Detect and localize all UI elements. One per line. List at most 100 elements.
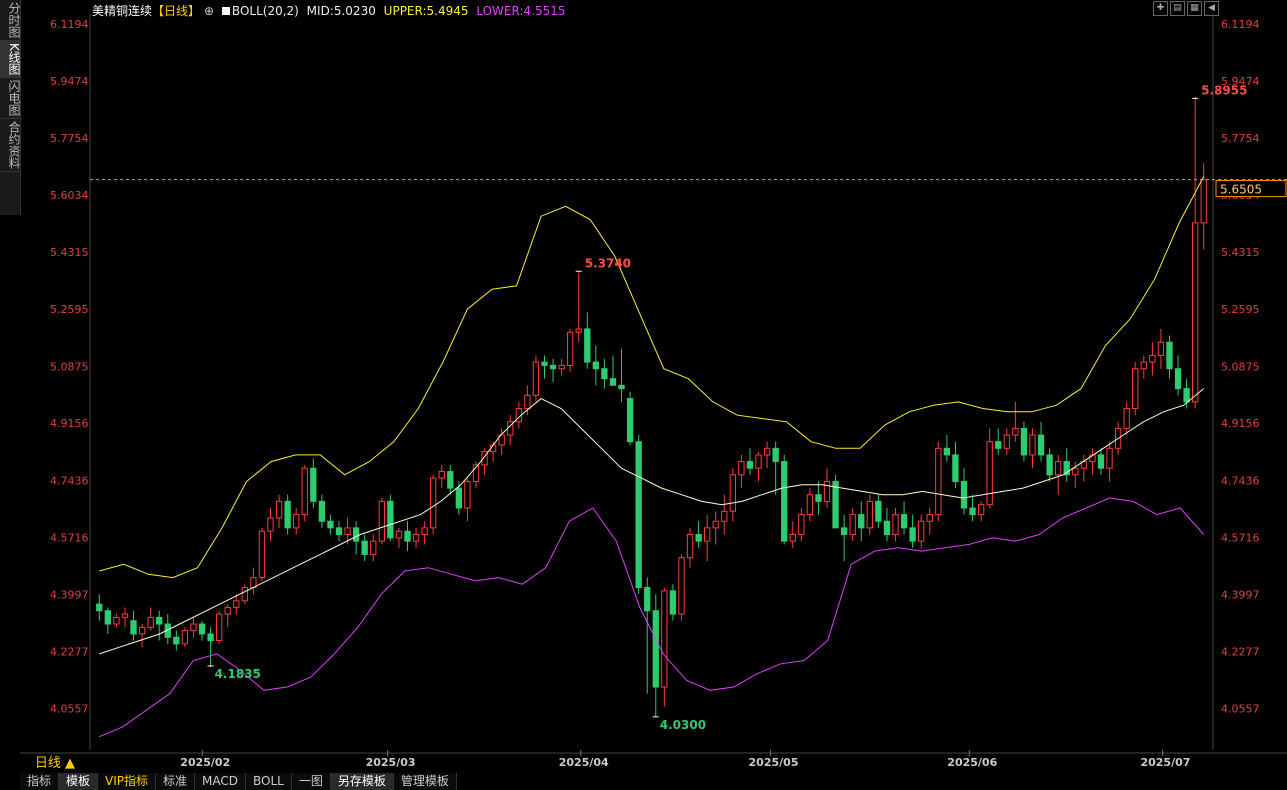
candle-body [198,623,206,635]
y-tick-label-left: 5.2595 [50,303,89,316]
current-price-tag: 5.6505 [1220,183,1262,197]
candle-body [1003,434,1010,449]
tab-template[interactable]: 模板 [59,773,99,790]
candle-body [1183,388,1190,403]
x-tick-label: 2025/03 [366,756,416,769]
tab-indicator[interactable]: 指标 [20,773,60,790]
annotation-low: 4.1835 [215,667,261,681]
tab-save-template[interactable]: 另存模板 [330,773,394,790]
candle-body [644,587,651,612]
candle-body [943,447,951,456]
candle-body [318,500,326,522]
candle-body [1200,179,1207,224]
candle-body [609,378,617,386]
y-tick-label-right: 6.1194 [1221,18,1260,31]
candle-body [190,623,197,632]
candle-body [635,441,642,589]
candle-body [233,600,240,608]
candle-body [703,527,711,542]
x-tick-label: 2025/02 [180,756,230,769]
y-tick-label-left: 4.7436 [50,474,89,487]
candle-body [1132,368,1139,410]
y-tick-label-left: 5.9474 [50,75,89,88]
tab-boll[interactable]: BOLL [246,773,292,790]
candle-body [104,610,111,625]
y-tick-label-left: 5.7754 [50,132,89,145]
kline-chart[interactable]: 6.1194 6.11945.9474 5.94745.7754 5.77545.60… [0,0,1287,790]
candle-body [464,480,471,509]
y-tick-label-left: 6.1194 [50,18,89,31]
candle-body [584,328,591,363]
tab-macd[interactable]: MACD [195,773,247,790]
candle-body [866,500,873,529]
candle-body [344,527,351,536]
candle-body [789,534,796,542]
x-tick-label: 2025/07 [1140,756,1190,769]
candle-body [952,454,959,482]
candle-body [798,514,805,536]
candle-body [421,527,428,536]
candle-body [1140,361,1147,370]
candle-body [301,467,308,516]
candle-body [532,361,540,396]
candle-body [241,587,248,602]
period-selector[interactable]: 日线 ▲ [20,755,90,772]
candle-body [370,540,377,555]
candle-body [909,527,916,542]
candle-body [738,461,745,476]
candle-body [986,441,993,506]
candle-body [293,514,300,529]
tab-vip-indicator[interactable]: VIP指标 [98,773,157,790]
candle-body [1157,341,1165,356]
candle-body [592,361,600,370]
candle-body [1174,368,1182,390]
candle-body [207,633,214,642]
y-tick-label-right: 5.4315 [1221,246,1260,259]
candle-body [712,520,719,529]
y-tick-label-right: 5.0875 [1221,360,1260,373]
candle-body [541,361,548,366]
candle-body [960,480,968,509]
candle-body [918,520,925,542]
candle-body [378,500,385,542]
candle-body [96,603,103,612]
annotation-high: 5.3740 [585,256,631,270]
candle-body [721,510,728,522]
candle-body [1166,341,1173,370]
candle-body [1192,222,1199,403]
candle-body [1072,467,1079,476]
candle-body [558,364,565,370]
y-tick-label-left: 4.2277 [50,645,89,658]
tab-single-chart[interactable]: 一图 [291,773,331,790]
candle-body [147,616,154,628]
candle-body [575,328,582,333]
candle-body [695,534,702,542]
candle-body [678,557,685,615]
candle-body [438,471,445,479]
y-tick-label-left: 4.0557 [50,702,89,715]
candle-body [1055,461,1062,476]
y-tick-label-right: 4.0557 [1221,702,1260,715]
candle-body [138,626,146,635]
candle-body [875,500,882,522]
candle-body [447,471,454,489]
candle-body [267,517,274,532]
annotation-low2: 4.0300 [660,718,706,732]
candle-body [626,398,634,443]
candle-body [815,494,822,502]
candle-body [284,500,291,529]
candle-body [404,530,411,542]
candle-body [832,480,839,529]
tab-manage-template[interactable]: 管理模板 [393,773,457,790]
tab-standard[interactable]: 标准 [156,773,196,790]
candle-body [618,384,625,390]
candle-body [1029,434,1036,456]
candle-body [181,630,189,645]
y-tick-label-right: 4.3997 [1221,588,1260,601]
candle-body [1020,427,1028,456]
candle-body [258,530,266,579]
candle-body [729,474,736,512]
candle-body [883,520,891,536]
annotation-max: 5.8955 [1201,83,1247,97]
candle-body [1123,408,1130,429]
